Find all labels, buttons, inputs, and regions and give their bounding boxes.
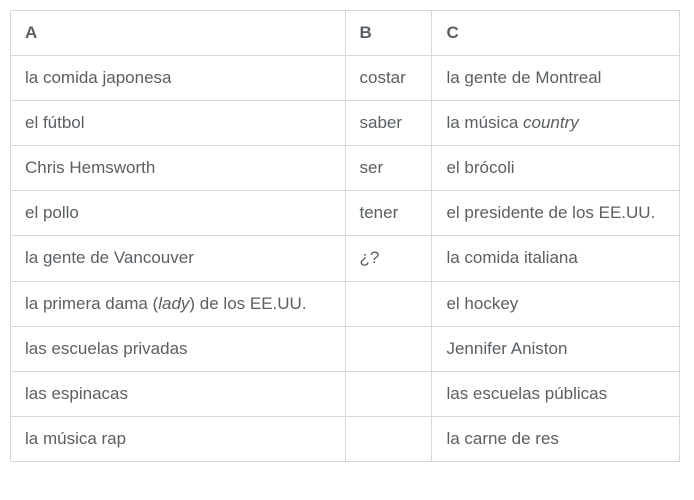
table-row: Chris Hemsworthserel brócoli bbox=[11, 146, 680, 191]
table-row: la primera dama (lady) de los EE.UU. el h… bbox=[11, 281, 680, 326]
italic-text: country bbox=[523, 113, 579, 132]
cell-b: costar bbox=[345, 56, 432, 101]
header-c: C bbox=[432, 11, 680, 56]
cell-c: el brócoli bbox=[432, 146, 680, 191]
table-row: las espinacas las escuelas públicas bbox=[11, 371, 680, 416]
cell-a: la gente de Vancouver bbox=[11, 236, 346, 281]
cell-a: el pollo bbox=[11, 191, 346, 236]
cell-c: el presidente de los EE.UU. bbox=[432, 191, 680, 236]
cell-c: el hockey bbox=[432, 281, 680, 326]
table-row: la comida japonesacostarla gente de Mont… bbox=[11, 56, 680, 101]
table-body: la comida japonesacostarla gente de Mont… bbox=[11, 56, 680, 462]
cell-b bbox=[345, 371, 432, 416]
table-row: el fútbolsaberla música country bbox=[11, 101, 680, 146]
cell-c: la gente de Montreal bbox=[432, 56, 680, 101]
vocab-table: A B C la comida japonesacostarla gente d… bbox=[10, 10, 680, 462]
cell-a: la música rap bbox=[11, 416, 346, 461]
cell-a: el fútbol bbox=[11, 101, 346, 146]
cell-c: Jennifer Aniston bbox=[432, 326, 680, 371]
cell-b bbox=[345, 326, 432, 371]
cell-b bbox=[345, 281, 432, 326]
table-row: la gente de Vancouver¿?la comida italian… bbox=[11, 236, 680, 281]
cell-b: ser bbox=[345, 146, 432, 191]
table-row: la música rap la carne de res bbox=[11, 416, 680, 461]
cell-c: la música country bbox=[432, 101, 680, 146]
cell-b: ¿? bbox=[345, 236, 432, 281]
table-row: el pollotenerel presidente de los EE.UU. bbox=[11, 191, 680, 236]
cell-c: la comida italiana bbox=[432, 236, 680, 281]
cell-c: las escuelas públicas bbox=[432, 371, 680, 416]
cell-b: tener bbox=[345, 191, 432, 236]
header-b: B bbox=[345, 11, 432, 56]
header-a: A bbox=[11, 11, 346, 56]
cell-a: las escuelas privadas bbox=[11, 326, 346, 371]
cell-b bbox=[345, 416, 432, 461]
table-row: las escuelas privadas Jennifer Aniston bbox=[11, 326, 680, 371]
italic-text: lady bbox=[158, 294, 189, 313]
cell-c: la carne de res bbox=[432, 416, 680, 461]
table-header-row: A B C bbox=[11, 11, 680, 56]
cell-b: saber bbox=[345, 101, 432, 146]
cell-a: Chris Hemsworth bbox=[11, 146, 346, 191]
cell-a: la primera dama (lady) de los EE.UU. bbox=[11, 281, 346, 326]
cell-a: las espinacas bbox=[11, 371, 346, 416]
cell-a: la comida japonesa bbox=[11, 56, 346, 101]
